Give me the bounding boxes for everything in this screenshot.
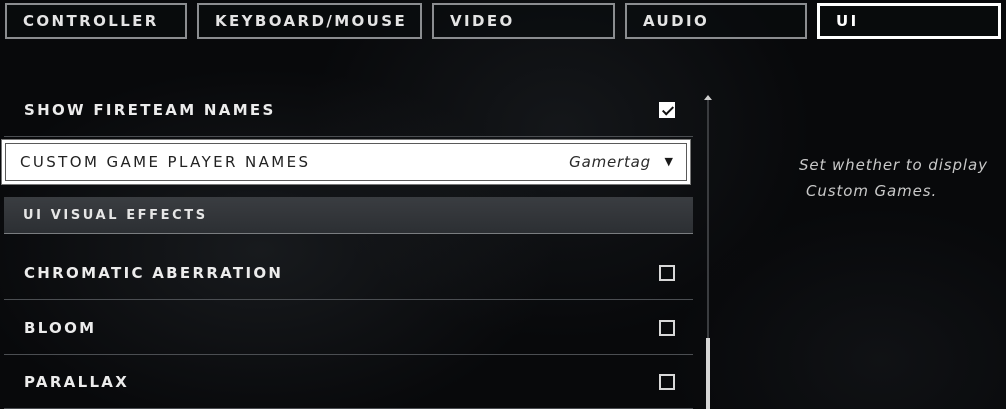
chromatic-aberration-checkbox[interactable] (659, 265, 675, 281)
setting-row-bloom[interactable]: BLOOM (4, 302, 693, 355)
setting-row-custom-game-player-names[interactable]: CUSTOM GAME PLAYER NAMES Gamertag ▼ (2, 140, 690, 184)
setting-description: Set whether to display Custom Games. (799, 152, 1006, 204)
description-line-1: Set whether to display (799, 156, 988, 174)
bloom-checkbox[interactable] (659, 320, 675, 336)
setting-label: CHROMATIC ABERRATION (24, 264, 284, 282)
tab-ui[interactable]: UI (817, 3, 1001, 39)
tab-keyboard-mouse[interactable]: KEYBOARD/MOUSE (197, 3, 422, 39)
tab-video[interactable]: VIDEO (432, 3, 615, 39)
setting-label: SHOW FIRETEAM NAMES (24, 101, 276, 119)
tab-audio[interactable]: AUDIO (625, 3, 807, 39)
setting-label: PARALLAX (24, 373, 130, 391)
check-icon (661, 103, 675, 116)
section-title: UI VISUAL EFFECTS (23, 208, 208, 223)
show-fireteam-names-checkbox[interactable] (659, 102, 675, 118)
chevron-down-icon[interactable]: ▼ (665, 143, 673, 181)
setting-label: CUSTOM GAME PLAYER NAMES (20, 153, 311, 171)
tab-controller[interactable]: CONTROLLER (5, 3, 187, 39)
description-line-2: Custom Games. (806, 182, 938, 200)
setting-row-parallax[interactable]: PARALLAX (4, 356, 693, 409)
section-header-ui-visual-effects: UI VISUAL EFFECTS (4, 197, 693, 234)
dropdown-value[interactable]: Gamertag (569, 143, 651, 181)
setting-row-show-fireteam-names[interactable]: SHOW FIRETEAM NAMES (4, 84, 693, 137)
scrollbar-thumb[interactable] (706, 338, 710, 409)
setting-row-chromatic-aberration[interactable]: CHROMATIC ABERRATION (4, 247, 693, 300)
parallax-checkbox[interactable] (659, 374, 675, 390)
setting-label: BLOOM (24, 319, 97, 337)
